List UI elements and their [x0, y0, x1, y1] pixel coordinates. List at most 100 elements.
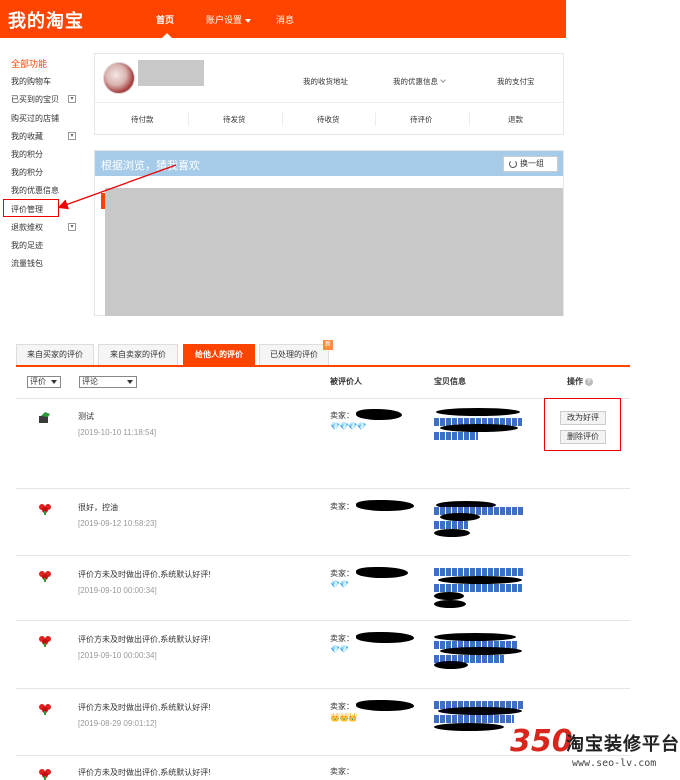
sidebar-item-data-wallet[interactable]: 流量钱包: [11, 255, 81, 273]
watermark-text: 淘宝装修平台: [566, 734, 680, 755]
delete-review-button[interactable]: 删除评价: [560, 430, 606, 444]
face-icon: [39, 412, 50, 423]
seller-level-badges: 💎💎: [330, 645, 349, 654]
divider: [16, 488, 630, 489]
sidebar-item-label: 我的积分: [11, 168, 43, 178]
change-to-positive-button[interactable]: 改为好评: [560, 411, 606, 425]
product-info-redacted[interactable]: [434, 633, 526, 671]
sidebar-item-label: 全部功能: [11, 59, 48, 69]
refresh-button[interactable]: 换一组: [503, 156, 558, 172]
review-comment: 很好，控油: [78, 503, 118, 512]
redaction-mark: [356, 632, 414, 643]
divider: [16, 398, 630, 399]
tab-from-buyers[interactable]: 来自买家的评价: [16, 344, 94, 365]
review-date: [2019-09-10 00:00:34]: [78, 651, 157, 660]
sidebar-item-label: 我的优惠信息: [11, 186, 59, 196]
flower-icon: [39, 571, 51, 582]
profile-card: 我的收货地址 我的优惠信息 我的支付宝 待付款 待发货 待收货 待评价 退款: [94, 53, 564, 135]
tab-from-sellers[interactable]: 来自卖家的评价: [98, 344, 178, 365]
seller-label: 卖家：: [330, 502, 354, 511]
recommend-panel: 根据浏览，猜我喜欢 换一组: [94, 150, 564, 316]
flower-icon: [39, 636, 51, 647]
sidebar-item-label: 我的购物车: [11, 77, 51, 87]
sidebar-item-refunds[interactable]: 退款维权 ▾: [11, 219, 81, 237]
watermark: 350 淘宝装修平台 www.seo-lv.com: [510, 722, 680, 780]
review-date: [2019-10-10 11:18:54]: [78, 428, 157, 437]
divider: [16, 688, 630, 689]
seller-level-badges: 💎💎💎💎: [330, 422, 367, 431]
divider: [95, 102, 563, 103]
review-date: [2019-08-29 09:01:12]: [78, 719, 157, 728]
sidebar-item-favorites[interactable]: 我的收藏 ▾: [11, 128, 81, 146]
chevron-down-icon: [127, 380, 133, 384]
column-header-ops: 操作?: [567, 376, 593, 387]
tab-processed[interactable]: 已处理的评价: [259, 344, 329, 365]
highlight-box-reviews: [3, 199, 59, 217]
order-pending-payment[interactable]: 待付款: [131, 114, 154, 125]
divider: [16, 620, 630, 621]
rating-filter-select[interactable]: 评价: [27, 376, 61, 388]
seller-level-badges: 👑👑👑: [330, 713, 358, 722]
alipay-link[interactable]: 我的支付宝: [497, 76, 535, 87]
review-comment: 测试: [78, 412, 94, 421]
sidebar-item-shops[interactable]: 购买过的店铺: [11, 110, 81, 128]
sidebar-item-label: 已买到的宝贝: [11, 95, 59, 105]
order-pending-review[interactable]: 待评价: [410, 114, 433, 125]
product-info-redacted[interactable]: [434, 408, 526, 448]
seller-label: 卖家：: [330, 411, 354, 420]
column-header-ops-label: 操作: [567, 377, 583, 386]
divider: [188, 112, 189, 126]
logo[interactable]: 我的淘宝: [8, 7, 84, 33]
redaction-mark: [356, 567, 408, 578]
sidebar-item-points-2[interactable]: 我的积分: [11, 164, 81, 182]
watermark-url: www.seo-lv.com: [572, 758, 657, 769]
sidebar-item-points[interactable]: 我的积分: [11, 146, 81, 164]
sidebar-item-coupons[interactable]: 我的优惠信息: [11, 182, 81, 200]
redaction-mark: [356, 700, 414, 711]
top-nav-bar: 我的淘宝 首页 账户设置 消息: [0, 0, 566, 38]
nav-account-settings[interactable]: 账户设置: [206, 13, 252, 26]
seller-label: 卖家：: [330, 767, 354, 776]
recommend-indicator: [101, 193, 105, 209]
product-info-redacted[interactable]: [434, 568, 526, 608]
sidebar-item-all[interactable]: 全部功能: [11, 55, 81, 73]
review-date: [2019-09-12 10:58:23]: [78, 519, 157, 528]
watermark-number: 350: [510, 724, 573, 759]
expand-icon[interactable]: ▾: [68, 131, 76, 140]
seller-label: 卖家：: [330, 569, 354, 578]
nav-messages[interactable]: 消息: [276, 13, 294, 26]
address-link[interactable]: 我的收货地址: [303, 76, 348, 87]
seller-label: 卖家：: [330, 634, 354, 643]
nav-home[interactable]: 首页: [156, 13, 174, 26]
column-header-rated: 被评价人: [330, 377, 362, 386]
rating-filter-value: 评价: [30, 377, 46, 386]
comment-filter-value: 评论: [82, 377, 98, 386]
sidebar-item-label: 退款维权: [11, 222, 43, 232]
expand-icon[interactable]: ▾: [68, 95, 76, 104]
product-info-redacted[interactable]: [434, 501, 526, 539]
expand-icon[interactable]: ▾: [68, 222, 76, 231]
redaction-mark: [356, 409, 402, 420]
order-pending-receipt[interactable]: 待收货: [317, 114, 340, 125]
recommend-content-redacted: [105, 188, 563, 316]
divider: [282, 112, 283, 126]
divider: [375, 112, 376, 126]
chevron-down-icon: [51, 380, 57, 384]
sidebar-item-footprints[interactable]: 我的足迹: [11, 237, 81, 255]
tab-given-to-others[interactable]: 给他人的评价: [183, 344, 255, 365]
username-redacted: [138, 60, 204, 86]
column-header-item: 宝贝信息: [434, 377, 466, 386]
comment-filter-select[interactable]: 评论: [79, 376, 137, 388]
sidebar-item-label: 我的足迹: [11, 240, 43, 250]
sidebar-item-cart[interactable]: 我的购物车: [11, 73, 81, 91]
help-icon[interactable]: ?: [585, 377, 593, 386]
order-pending-shipment[interactable]: 待发货: [223, 114, 246, 125]
avatar[interactable]: [103, 62, 135, 94]
active-tab-caret: [162, 33, 172, 38]
order-refund[interactable]: 退款: [508, 114, 523, 125]
review-comment: 评价方未及时做出评价,系统默认好评!: [78, 570, 211, 579]
coupons-link[interactable]: 我的优惠信息: [393, 76, 446, 87]
new-badge: 新: [323, 340, 333, 350]
sidebar-item-bought[interactable]: 已买到的宝贝 ▾: [11, 91, 81, 109]
review-comment: 评价方未及时做出评价,系统默认好评!: [78, 768, 211, 777]
